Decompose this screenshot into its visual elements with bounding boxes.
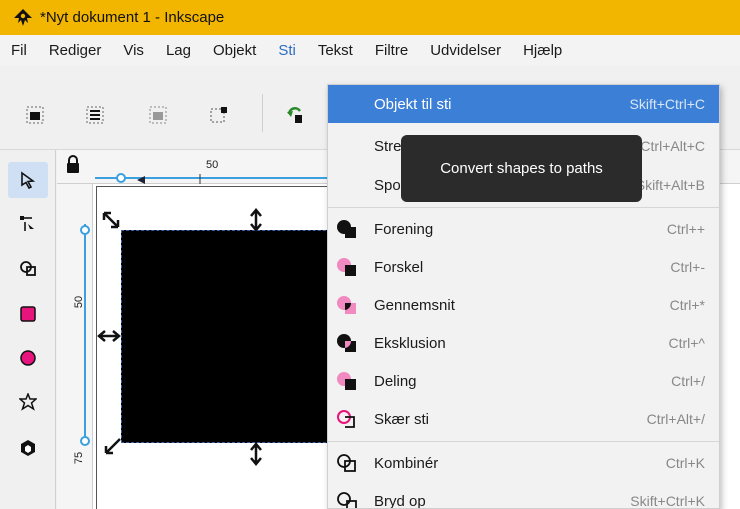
select-all-icon[interactable]	[26, 106, 44, 124]
difference-icon	[337, 258, 356, 276]
menu-udvidelser[interactable]: Udvidelser	[419, 35, 512, 66]
vertical-ruler[interactable]: 50 75	[57, 184, 93, 509]
toolbox	[0, 150, 56, 509]
selector-tool[interactable]	[8, 162, 48, 198]
menu-separator	[328, 441, 719, 442]
star-tool[interactable]	[8, 384, 48, 420]
menu-vis[interactable]: Vis	[112, 35, 155, 66]
menu-hjaelp[interactable]: Hjælp	[512, 35, 573, 66]
combine-icon	[337, 454, 356, 472]
scale-handle-nw-icon	[102, 211, 120, 229]
ruler-label-50: 50	[206, 159, 219, 171]
break-apart-icon	[337, 492, 357, 508]
title-bar: *Nyt dokument 1 - Inkscape	[0, 0, 740, 35]
rectangle-tool[interactable]	[8, 296, 48, 332]
menu-item-forskel[interactable]: Forskel Ctrl+-	[328, 248, 719, 286]
union-icon	[337, 220, 356, 238]
shape-builder-icon	[20, 261, 36, 276]
menu-fil[interactable]: Fil	[0, 35, 38, 66]
tooltip: Convert shapes to paths	[401, 135, 642, 202]
selection-handles	[97, 208, 262, 466]
menu-item-deling[interactable]: Deling Ctrl+/	[328, 362, 719, 400]
select-all-layers-icon[interactable]	[86, 106, 104, 124]
menu-item-eksklusion[interactable]: Eksklusion Ctrl+^	[328, 324, 719, 362]
menu-sti[interactable]: Sti	[267, 35, 307, 66]
scale-handle-w-icon	[97, 330, 121, 342]
node-tool[interactable]	[8, 206, 48, 242]
menu-tekst[interactable]: Tekst	[307, 35, 364, 66]
3d-box-tool[interactable]	[8, 430, 48, 466]
menu-item-skaer-sti[interactable]: Skær sti Ctrl+Alt+/	[328, 400, 719, 438]
vruler-label-50: 50	[73, 295, 86, 309]
menu-lag[interactable]: Lag	[155, 35, 202, 66]
menu-item-gennemsnit[interactable]: Gennemsnit Ctrl+*	[328, 286, 719, 324]
rotate-ccw-icon[interactable]	[286, 106, 304, 124]
star-icon	[19, 393, 37, 411]
menu-item-bryd-op[interactable]: Bryd op Skift+Ctrl+K	[328, 482, 719, 508]
division-icon	[337, 372, 356, 390]
inkscape-logo-icon	[14, 8, 32, 26]
scale-handle-n-icon	[250, 208, 262, 232]
selector-arrow-icon	[21, 171, 36, 189]
shape-builder-tool[interactable]	[8, 250, 48, 286]
intersection-icon	[337, 296, 356, 314]
cut-path-icon	[337, 410, 355, 428]
rectangle-icon	[20, 306, 36, 322]
scale-handle-s-icon	[250, 442, 262, 466]
menu-item-forening[interactable]: Forening Ctrl++	[328, 210, 719, 248]
tooltip-text: Convert shapes to paths	[440, 160, 603, 177]
menu-rediger[interactable]: Rediger	[38, 35, 113, 66]
vruler-label-75: 75	[73, 451, 86, 465]
menu-filtre[interactable]: Filtre	[364, 35, 419, 66]
exclusion-icon	[337, 334, 356, 352]
deselect-icon[interactable]	[149, 106, 167, 124]
toolbar-separator	[262, 94, 263, 132]
menu-objekt[interactable]: Objekt	[202, 35, 267, 66]
menu-item-objekt-til-sti[interactable]: Objekt til sti Skift+Ctrl+C	[328, 85, 719, 123]
menu-separator	[328, 207, 719, 208]
node-editor-icon	[20, 216, 34, 231]
lock-guides-icon[interactable]	[64, 154, 82, 176]
ellipse-icon	[20, 350, 36, 366]
menu-bar: Fil Rediger Vis Lag Objekt Sti Tekst Fil…	[0, 35, 740, 66]
window-title: *Nyt dokument 1 - Inkscape	[40, 9, 225, 26]
scale-handle-sw-icon	[104, 438, 121, 455]
3d-box-icon	[21, 440, 35, 456]
touch-select-icon[interactable]	[210, 106, 228, 124]
menu-item-kombiner[interactable]: Kombinér Ctrl+K	[328, 444, 719, 482]
ellipse-tool[interactable]	[8, 340, 48, 376]
